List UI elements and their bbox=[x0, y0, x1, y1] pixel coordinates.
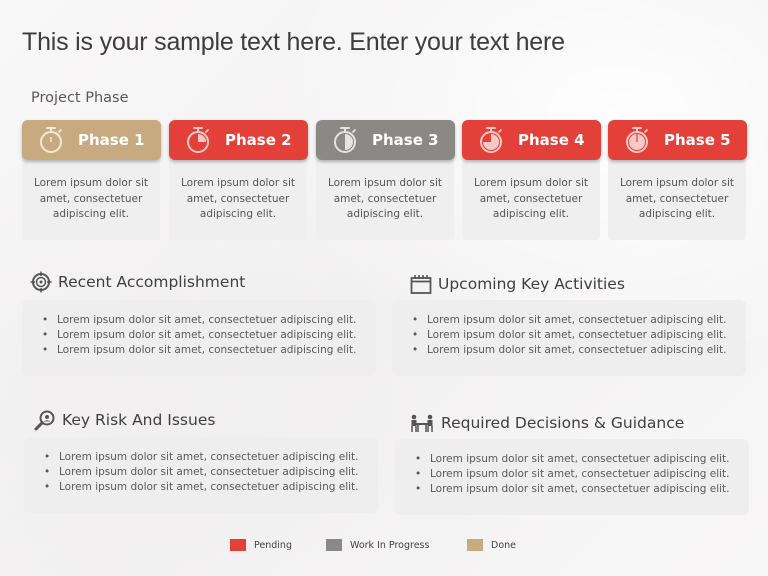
phase-description: Lorem ipsum dolor sit amet, consectetuer… bbox=[33, 177, 149, 220]
legend-swatch bbox=[326, 539, 342, 551]
section-header: Key Risk And Issues bbox=[34, 406, 215, 434]
legend-label: Done bbox=[491, 539, 516, 551]
stopwatch-icon bbox=[40, 127, 62, 153]
legend-item-pending: Pending bbox=[230, 539, 292, 551]
phase-header: Phase 2 bbox=[169, 120, 308, 160]
list-item: Lorem ipsum dolor sit amet, consectetuer… bbox=[42, 328, 357, 343]
section-header: Required Decisions & Guidance bbox=[409, 409, 684, 437]
section-header: Upcoming Key Activities bbox=[410, 270, 625, 298]
list-item: Lorem ipsum dolor sit amet, consectetuer… bbox=[415, 482, 730, 497]
phase-header: Phase 3 bbox=[316, 120, 455, 160]
section-subtitle: Project Phase bbox=[31, 90, 129, 106]
section-body: Lorem ipsum dolor sit amet, consectetuer… bbox=[395, 439, 749, 515]
bullet-list: Lorem ipsum dolor sit amet, consectetuer… bbox=[42, 313, 357, 358]
list-item: Lorem ipsum dolor sit amet, consectetuer… bbox=[415, 467, 730, 482]
section-title: Required Decisions & Guidance bbox=[441, 414, 685, 432]
phase-header: Phase 5 bbox=[608, 120, 747, 160]
status-legend: Pending Work In Progress Done bbox=[0, 539, 768, 555]
list-item: Lorem ipsum dolor sit amet, consectetuer… bbox=[412, 328, 727, 343]
list-item: Lorem ipsum dolor sit amet, consectetuer… bbox=[42, 313, 357, 328]
phase-label: Phase 4 bbox=[518, 131, 585, 149]
phase-card-5: Lorem ipsum dolor sit amet, consectetuer… bbox=[608, 120, 747, 240]
legend-swatch bbox=[230, 539, 246, 551]
section-body: Lorem ipsum dolor sit amet, consectetuer… bbox=[22, 300, 376, 376]
list-item: Lorem ipsum dolor sit amet, consectetuer… bbox=[44, 480, 359, 495]
bullet-list: Lorem ipsum dolor sit amet, consectetuer… bbox=[412, 313, 727, 358]
slide: This is your sample text here. Enter you… bbox=[0, 0, 768, 576]
phase-label: Phase 3 bbox=[372, 131, 439, 149]
phase-description: Lorem ipsum dolor sit amet, consectetuer… bbox=[180, 177, 296, 220]
phase-card-1: Lorem ipsum dolor sit amet, consectetuer… bbox=[22, 120, 161, 240]
list-item: Lorem ipsum dolor sit amet, consectetuer… bbox=[415, 452, 730, 467]
list-item: Lorem ipsum dolor sit amet, consectetuer… bbox=[44, 450, 359, 465]
phase-label: Phase 1 bbox=[78, 131, 145, 149]
phase-label: Phase 2 bbox=[225, 131, 292, 149]
calendar-icon bbox=[410, 275, 432, 294]
phase-description: Lorem ipsum dolor sit amet, consectetuer… bbox=[473, 177, 589, 220]
phase-row: Lorem ipsum dolor sit amet, consectetuer… bbox=[22, 120, 748, 240]
legend-label: Pending bbox=[254, 539, 292, 551]
phase-card-2: Lorem ipsum dolor sit amet, consectetuer… bbox=[169, 120, 308, 240]
magnifier-icon bbox=[34, 410, 55, 431]
legend-swatch bbox=[467, 539, 483, 551]
section-title: Key Risk And Issues bbox=[62, 411, 216, 429]
phase-label: Phase 5 bbox=[664, 131, 731, 149]
page-title: This is your sample text here. Enter you… bbox=[22, 28, 565, 56]
phase-card-4: Lorem ipsum dolor sit amet, consectetuer… bbox=[462, 120, 601, 240]
stopwatch-icon bbox=[480, 127, 502, 153]
stopwatch-icon bbox=[187, 127, 209, 153]
bullet-list: Lorem ipsum dolor sit amet, consectetuer… bbox=[415, 452, 730, 497]
section-body: Lorem ipsum dolor sit amet, consectetuer… bbox=[24, 437, 378, 513]
list-item: Lorem ipsum dolor sit amet, consectetuer… bbox=[44, 465, 359, 480]
list-item: Lorem ipsum dolor sit amet, consectetuer… bbox=[412, 313, 727, 328]
phase-description: Lorem ipsum dolor sit amet, consectetuer… bbox=[327, 177, 443, 220]
phase-header: Phase 4 bbox=[462, 120, 601, 160]
target-icon bbox=[30, 271, 52, 293]
legend-item-done: Done bbox=[467, 539, 516, 551]
phase-description: Lorem ipsum dolor sit amet, consectetuer… bbox=[619, 177, 735, 220]
section-body: Lorem ipsum dolor sit amet, consectetuer… bbox=[392, 300, 746, 376]
list-item: Lorem ipsum dolor sit amet, consectetuer… bbox=[42, 343, 357, 358]
stopwatch-icon bbox=[334, 127, 356, 153]
bullet-list: Lorem ipsum dolor sit amet, consectetuer… bbox=[44, 450, 359, 495]
legend-label: Work In Progress bbox=[350, 539, 430, 551]
list-item: Lorem ipsum dolor sit amet, consectetuer… bbox=[412, 343, 727, 358]
section-header: Recent Accomplishment bbox=[30, 268, 245, 296]
section-title: Recent Accomplishment bbox=[58, 273, 246, 291]
stopwatch-icon bbox=[626, 127, 648, 153]
phase-header: Phase 1 bbox=[22, 120, 161, 160]
phase-card-3: Lorem ipsum dolor sit amet, consectetuer… bbox=[316, 120, 455, 240]
meeting-icon bbox=[411, 414, 433, 432]
legend-item-work-in-progress: Work In Progress bbox=[326, 539, 429, 551]
section-title: Upcoming Key Activities bbox=[438, 275, 625, 293]
